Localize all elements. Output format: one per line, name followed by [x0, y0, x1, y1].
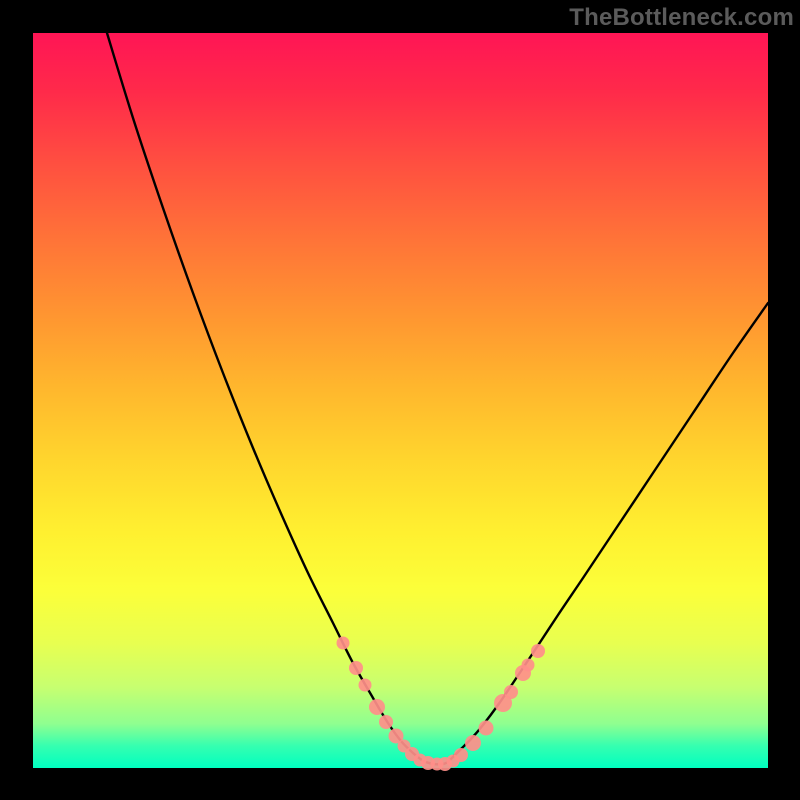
marker-point [379, 715, 393, 729]
marker-point [531, 644, 545, 658]
marker-point [522, 659, 535, 672]
marker-point [349, 661, 363, 675]
chart-svg [33, 33, 768, 768]
marker-group [337, 637, 546, 772]
curve-group [107, 33, 768, 764]
marker-point [504, 685, 518, 699]
marker-point [369, 699, 385, 715]
marker-point [465, 735, 481, 751]
curve-right [448, 303, 768, 762]
curve-left [107, 33, 423, 761]
marker-point [337, 637, 350, 650]
marker-point [479, 721, 494, 736]
watermark-text: TheBottleneck.com [569, 4, 794, 32]
chart-frame: TheBottleneck.com [0, 0, 800, 800]
marker-point [359, 679, 372, 692]
marker-point [454, 748, 468, 762]
